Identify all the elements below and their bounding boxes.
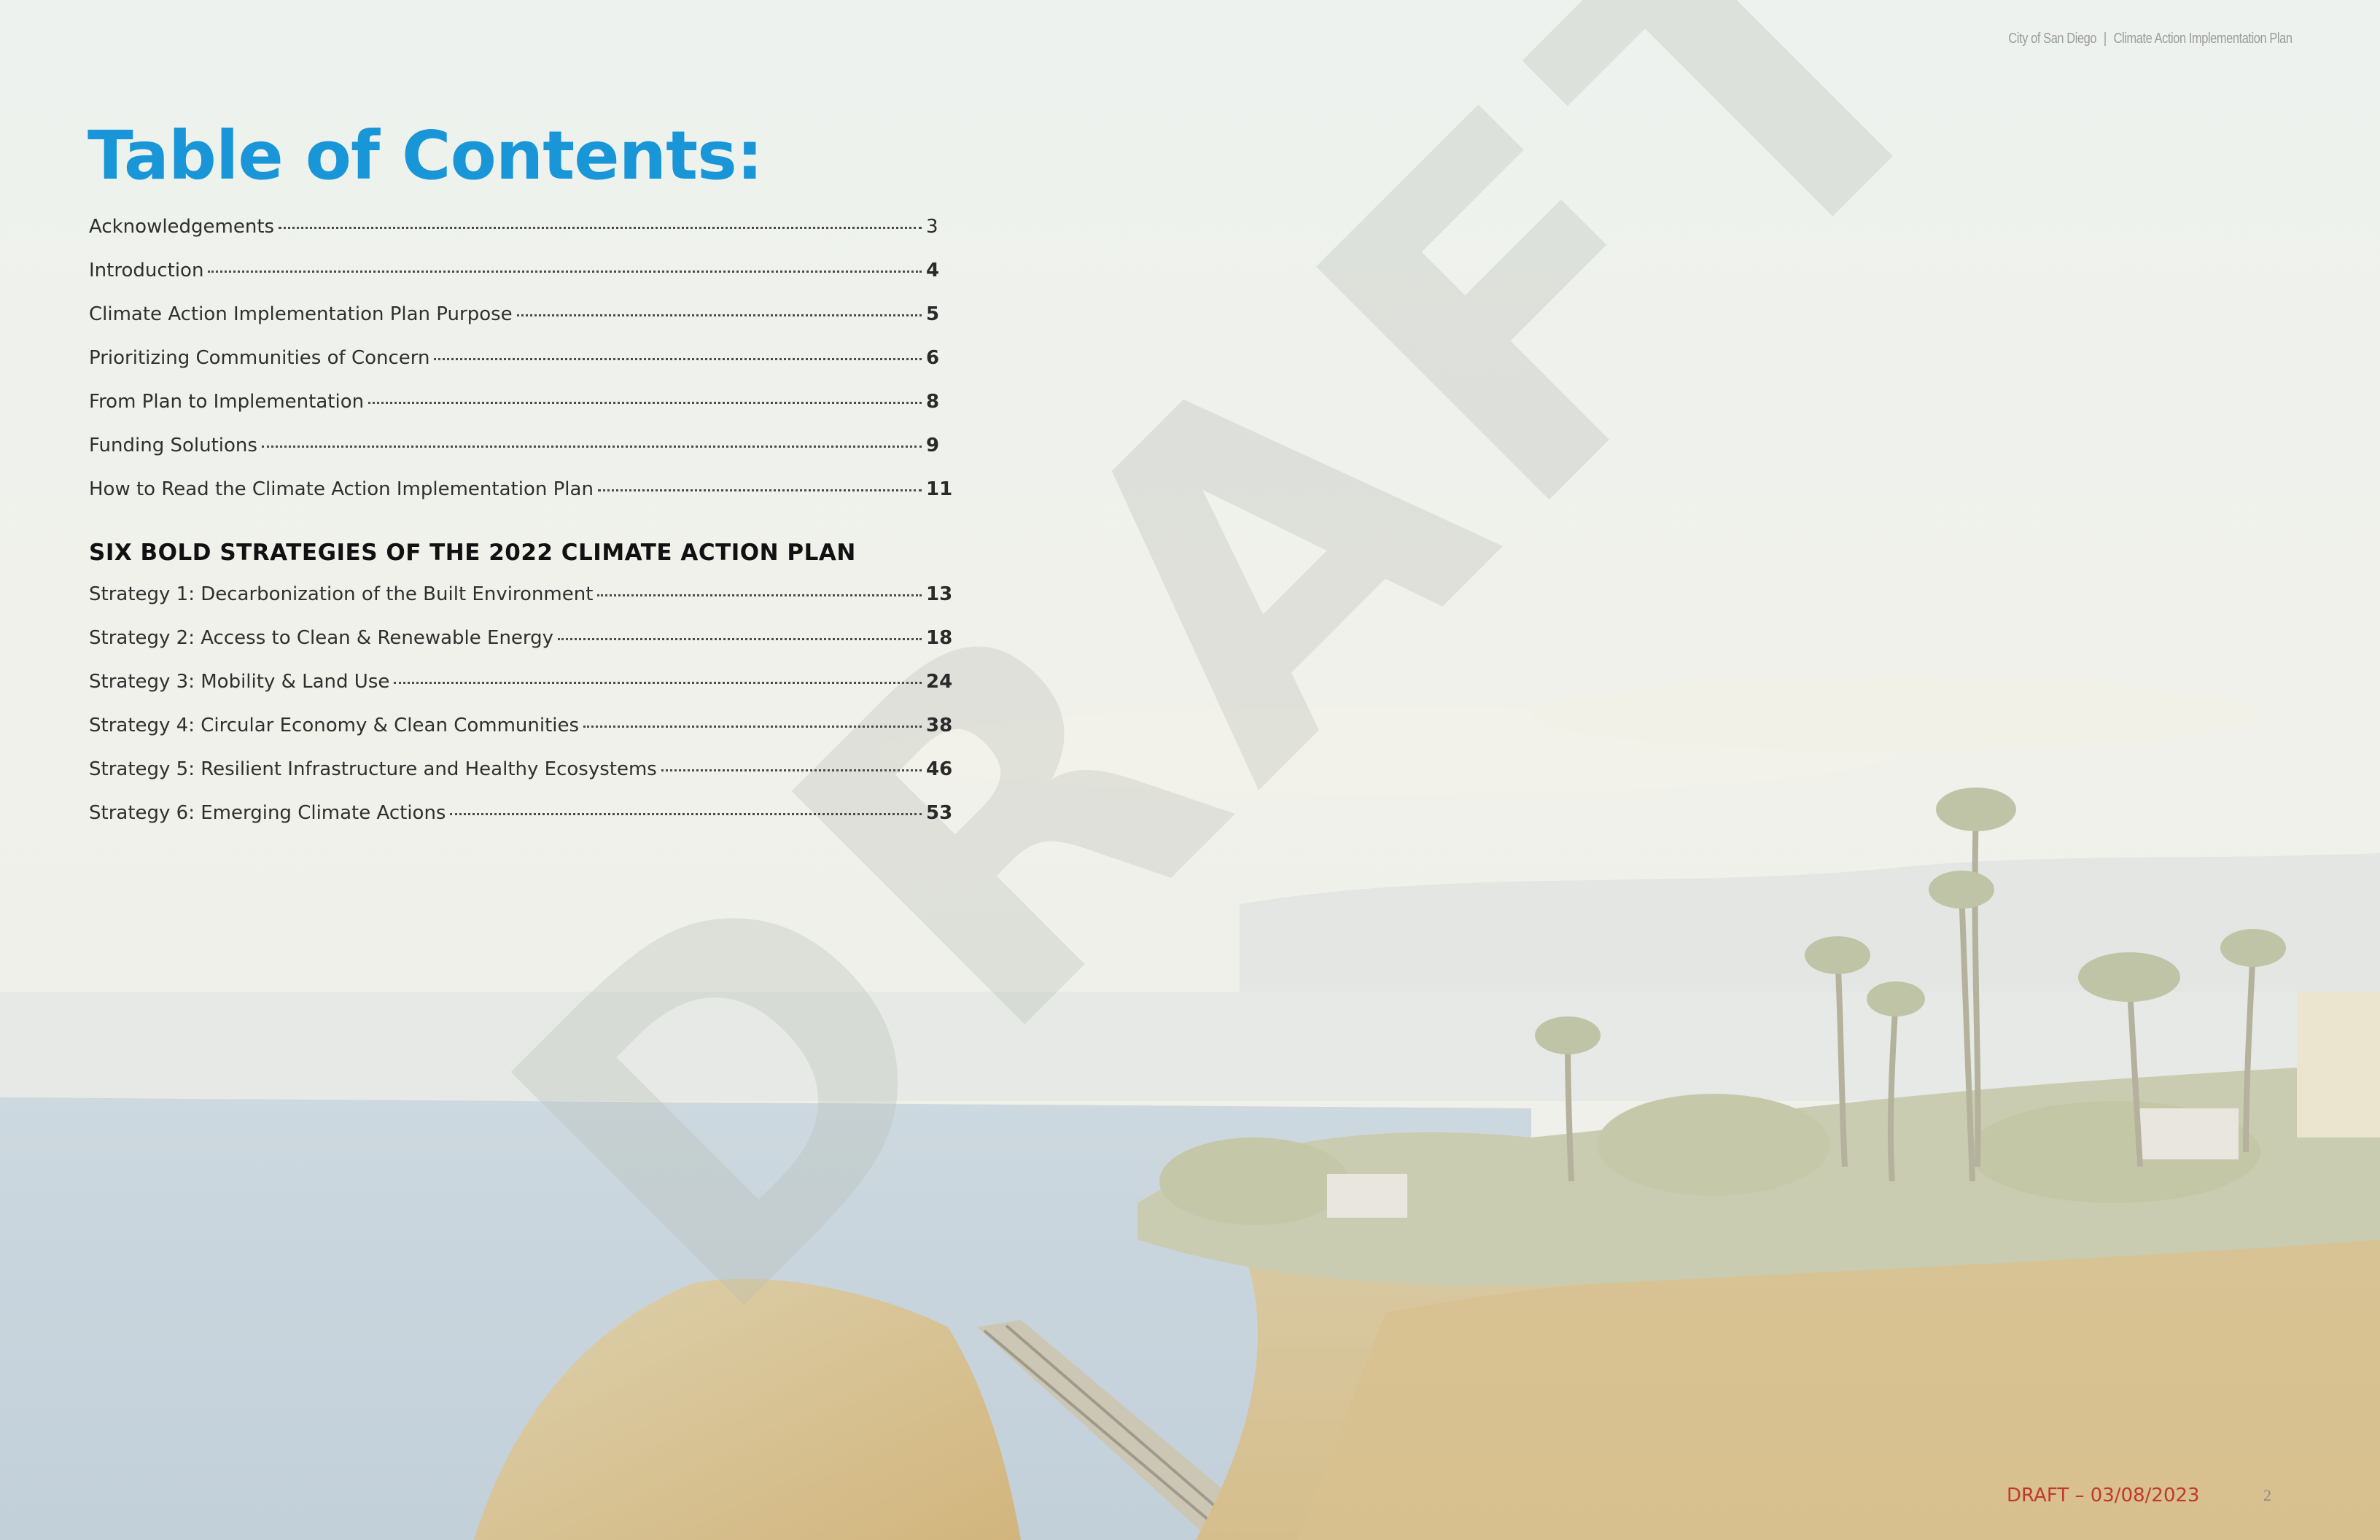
toc-label: Strategy 1: Decarbonization of the Built… bbox=[89, 583, 594, 605]
toc-page: 8 bbox=[926, 391, 940, 413]
toc-page: 53 bbox=[926, 802, 953, 824]
dot-leader bbox=[597, 489, 922, 491]
toc-row-strategy-1[interactable]: Strategy 1: Decarbonization of the Built… bbox=[89, 583, 954, 627]
toc-row-strategy-3[interactable]: Strategy 3: Mobility & Land Use 24 bbox=[89, 671, 954, 715]
toc-page: 5 bbox=[926, 303, 940, 325]
dot-leader bbox=[434, 358, 922, 360]
toc-page: 24 bbox=[926, 671, 953, 693]
toc-page: 4 bbox=[926, 260, 940, 281]
toc-row-strategy-2[interactable]: Strategy 2: Access to Clean & Renewable … bbox=[89, 627, 954, 671]
dot-leader bbox=[516, 314, 922, 316]
toc-row-introduction[interactable]: Introduction 4 bbox=[89, 260, 954, 303]
toc-page: 11 bbox=[926, 478, 953, 500]
dot-leader bbox=[583, 726, 922, 728]
toc-label: Strategy 2: Access to Clean & Renewable … bbox=[89, 627, 554, 649]
dot-leader bbox=[558, 638, 922, 640]
toc-label: Funding Solutions bbox=[89, 435, 257, 456]
toc-page: 9 bbox=[926, 435, 940, 456]
toc-row-strategy-6[interactable]: Strategy 6: Emerging Climate Actions 53 bbox=[89, 802, 954, 846]
header-org: City of San Diego bbox=[2008, 31, 2097, 47]
toc-row-plan-to-implementation[interactable]: From Plan to Implementation 8 bbox=[89, 391, 954, 435]
toc-page: 46 bbox=[926, 758, 953, 780]
toc-page: 38 bbox=[926, 715, 953, 736]
strategies-heading: SIX BOLD STRATEGIES OF THE 2022 CLIMATE … bbox=[89, 540, 856, 566]
toc-label: Acknowledgements bbox=[89, 216, 275, 238]
toc-row-communities-of-concern[interactable]: Prioritizing Communities of Concern 6 bbox=[89, 347, 954, 391]
toc-page: 18 bbox=[926, 627, 953, 649]
toc-label: How to Read the Climate Action Implement… bbox=[89, 478, 594, 500]
toc-row-funding-solutions[interactable]: Funding Solutions 9 bbox=[89, 435, 954, 478]
dot-leader bbox=[368, 402, 922, 404]
toc-page: 3 bbox=[926, 216, 938, 238]
toc-page: 13 bbox=[926, 583, 953, 605]
dot-leader bbox=[394, 682, 922, 684]
toc-label: Climate Action Implementation Plan Purpo… bbox=[89, 303, 513, 325]
draft-date-label: DRAFT – 03/08/2023 bbox=[2007, 1485, 2200, 1506]
toc-label: Strategy 3: Mobility & Land Use bbox=[89, 671, 390, 693]
toc-row-how-to-read[interactable]: How to Read the Climate Action Implement… bbox=[89, 478, 954, 522]
toc-row-strategy-5[interactable]: Strategy 5: Resilient Infrastructure and… bbox=[89, 758, 954, 802]
toc-label: Strategy 6: Emerging Climate Actions bbox=[89, 802, 446, 824]
running-header: City of San Diego | Climate Action Impleme… bbox=[2008, 31, 2293, 47]
toc-page: 6 bbox=[926, 347, 940, 369]
toc-label: From Plan to Implementation bbox=[89, 391, 365, 413]
dot-leader bbox=[279, 227, 922, 229]
dot-leader bbox=[208, 271, 922, 273]
dot-leader bbox=[450, 813, 922, 815]
toc-row-acknowledgements[interactable]: Acknowledgements 3 bbox=[89, 216, 954, 260]
toc-row-plan-purpose[interactable]: Climate Action Implementation Plan Purpo… bbox=[89, 303, 954, 347]
toc-label: Introduction bbox=[89, 260, 204, 281]
toc-row-strategy-4[interactable]: Strategy 4: Circular Economy & Clean Com… bbox=[89, 715, 954, 758]
page-title: Table of Contents: bbox=[88, 117, 763, 195]
page-number: 2 bbox=[2263, 1486, 2271, 1504]
toc-label: Prioritizing Communities of Concern bbox=[89, 347, 430, 369]
header-doc-title: Climate Action Implementation Plan bbox=[2114, 31, 2292, 47]
toc-label: Strategy 4: Circular Economy & Clean Com… bbox=[89, 715, 580, 736]
dot-leader bbox=[597, 594, 922, 596]
toc-main-list: Acknowledgements 3 Introduction 4 Climat… bbox=[89, 216, 954, 522]
dot-leader bbox=[661, 769, 922, 771]
toc-strategies-list: Strategy 1: Decarbonization of the Built… bbox=[89, 583, 954, 846]
dot-leader bbox=[261, 446, 922, 448]
header-separator: | bbox=[2104, 31, 2107, 47]
toc-label: Strategy 5: Resilient Infrastructure and… bbox=[89, 758, 657, 780]
